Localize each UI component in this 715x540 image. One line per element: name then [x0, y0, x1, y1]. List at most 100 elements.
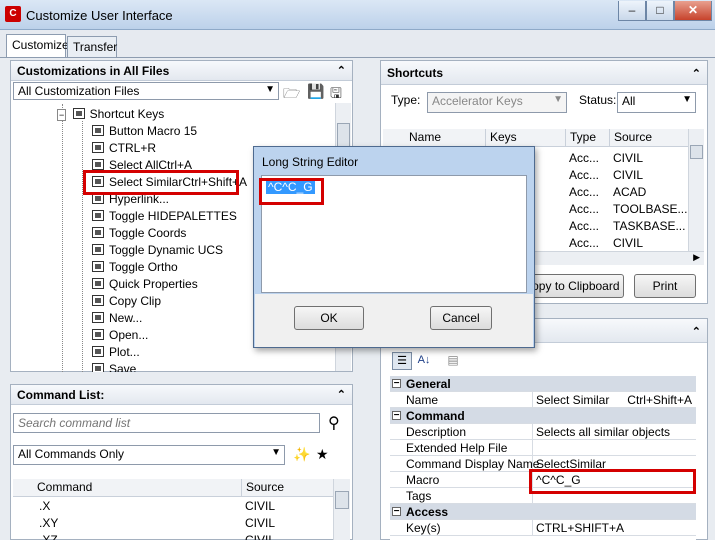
property-value[interactable]: Selects all similar objects — [536, 425, 670, 439]
column-header[interactable]: Command — [33, 479, 233, 497]
command-search-input[interactable] — [13, 413, 320, 433]
collapse-chevron-icon[interactable]: ⌃ — [692, 325, 701, 338]
property-key: Name — [406, 393, 439, 407]
combo-value: All Customization Files — [18, 84, 140, 98]
source-cell: CIVIL — [613, 168, 644, 182]
highlight-box — [83, 170, 239, 195]
long-string-editor-dialog: Long String Editor ^C^C_G OK Cancel — [253, 146, 535, 348]
shortcuts-scrollbar[interactable] — [688, 129, 704, 251]
property-row[interactable]: Description Selects all similar objects — [390, 424, 696, 440]
scroll-right-icon[interactable]: ▶ — [693, 252, 700, 263]
type-label: Type: — [391, 93, 421, 107]
tree-node-shortcut-keys[interactable]: − Shortcut Keys — [57, 107, 164, 124]
property-key: Extended Help File — [406, 441, 508, 455]
tab-transfer[interactable]: Transfer — [67, 36, 117, 57]
property-row[interactable]: Key(s) CTRL+SHIFT+A — [390, 520, 696, 536]
scroll-thumb[interactable] — [335, 491, 349, 509]
collapse-toggle-icon[interactable]: − — [57, 109, 67, 121]
tree-item-label: Copy Clip — [109, 294, 162, 308]
find-icon[interactable]: ✨ — [293, 446, 310, 463]
source-cell: TOOLBASE... — [613, 202, 688, 216]
tree-item[interactable]: Save — [92, 362, 347, 372]
shortcut-key-icon — [92, 125, 104, 136]
property-key: Description — [406, 425, 467, 439]
tree-guide-line — [82, 121, 83, 372]
property-key: Macro — [406, 473, 440, 487]
collapse-chevron-icon[interactable]: ⌃ — [692, 67, 701, 80]
property-row[interactable]: Name Select Similar Ctrl+Shift+A — [390, 392, 696, 408]
property-key: Key(s) — [406, 521, 441, 535]
tree-item-label: Toggle HIDEPALETTES — [109, 209, 237, 223]
column-header[interactable]: Name — [405, 129, 485, 147]
category-toggle-icon[interactable]: − — [392, 507, 401, 517]
command-list-header: Command List: — [11, 385, 352, 405]
customization-file-combo[interactable]: All Customization Files ▼ — [13, 82, 279, 100]
tree-item[interactable]: Button Macro 15 — [92, 124, 347, 141]
collapse-chevron-icon[interactable]: ⌃ — [337, 64, 346, 77]
ok-button[interactable]: OK — [294, 306, 364, 330]
property-value[interactable]: Select Similar — [536, 393, 609, 407]
property-row[interactable]: Extended Help File — [390, 440, 696, 456]
highlight-box — [259, 178, 324, 205]
property-extra: Ctrl+Shift+A — [627, 393, 692, 407]
column-header[interactable]: Keys — [485, 129, 565, 147]
table-row[interactable]: .XY CIVIL — [13, 515, 333, 532]
property-key: Command Display Name — [406, 457, 540, 471]
shortcuts-table-header: Name Keys Type Source — [383, 129, 688, 147]
combo-value: Accelerator Keys — [432, 94, 523, 108]
shortcut-key-icon — [92, 142, 104, 153]
source-cell: CIVIL — [613, 151, 644, 165]
save-icon[interactable]: 💾 — [307, 83, 324, 100]
command-cell: .XY — [39, 516, 59, 530]
minimize-button[interactable]: – — [618, 1, 646, 21]
command-cell: .X — [39, 499, 51, 513]
command-filter-combo[interactable]: All Commands Only ▼ — [13, 445, 285, 465]
shortcut-folder-icon — [72, 108, 85, 119]
command-table-header: Command Source — [13, 479, 333, 497]
command-table-body: .X CIVIL .XY CIVIL .XZ CIVIL — [13, 498, 333, 540]
category-toggle-icon[interactable]: − — [392, 379, 401, 389]
tree-item-label: CTRL+R — [109, 141, 157, 155]
source-cell: TASKBASE... — [613, 219, 686, 233]
column-header[interactable]: Type — [565, 129, 609, 147]
column-separator — [532, 520, 533, 536]
source-cell: CIVIL — [613, 236, 644, 250]
dropdown-arrow-icon: ▼ — [553, 94, 563, 105]
command-scrollbar[interactable] — [333, 479, 350, 540]
property-pages-icon[interactable]: ▤ — [444, 352, 462, 370]
tree-item-label: Save — [109, 362, 137, 372]
scroll-thumb[interactable] — [690, 145, 703, 159]
dropdown-arrow-icon: ▼ — [265, 84, 275, 95]
property-category[interactable]: − General — [390, 376, 696, 392]
tree-item-label: Button Macro 15 — [109, 124, 198, 138]
status-combo[interactable]: All ▼ — [617, 92, 696, 113]
print-button[interactable]: Print — [634, 274, 696, 298]
new-command-icon[interactable]: ★ — [316, 446, 329, 463]
maximize-button[interactable]: □ — [646, 1, 674, 21]
property-category[interactable]: − Access — [390, 504, 696, 520]
sort-alpha-icon[interactable]: A↓ — [414, 352, 434, 370]
column-header[interactable]: Source — [609, 129, 688, 147]
property-value[interactable]: CTRL+SHIFT+A — [536, 521, 624, 535]
shortcut-key-icon — [92, 295, 104, 306]
tree-guide-line — [62, 104, 63, 372]
close-button[interactable]: ✕ — [674, 1, 712, 21]
source-cell: ACAD — [613, 185, 647, 199]
table-row[interactable]: .XZ CIVIL — [13, 532, 333, 540]
cancel-button[interactable]: Cancel — [430, 306, 492, 330]
category-toggle-icon[interactable]: − — [392, 411, 401, 421]
column-header[interactable]: Source — [241, 479, 331, 497]
customizations-header: Customizations in All Files — [11, 61, 352, 81]
combo-value: All — [622, 94, 636, 108]
type-combo[interactable]: Accelerator Keys ▼ — [427, 92, 567, 113]
open-folder-icon[interactable]: 🗁 — [283, 83, 300, 107]
tab-customize[interactable]: Customize — [6, 34, 69, 57]
property-category[interactable]: − Command — [390, 408, 696, 424]
categorized-view-icon[interactable]: ☰ — [392, 352, 412, 370]
table-row[interactable]: .X CIVIL — [13, 498, 333, 515]
collapse-chevron-icon[interactable]: ⌃ — [337, 388, 346, 401]
type-cell: Acc... — [569, 185, 600, 199]
shortcut-key-icon — [92, 159, 104, 170]
search-icon[interactable]: ⚲ — [328, 413, 340, 433]
type-cell: Acc... — [569, 236, 600, 250]
